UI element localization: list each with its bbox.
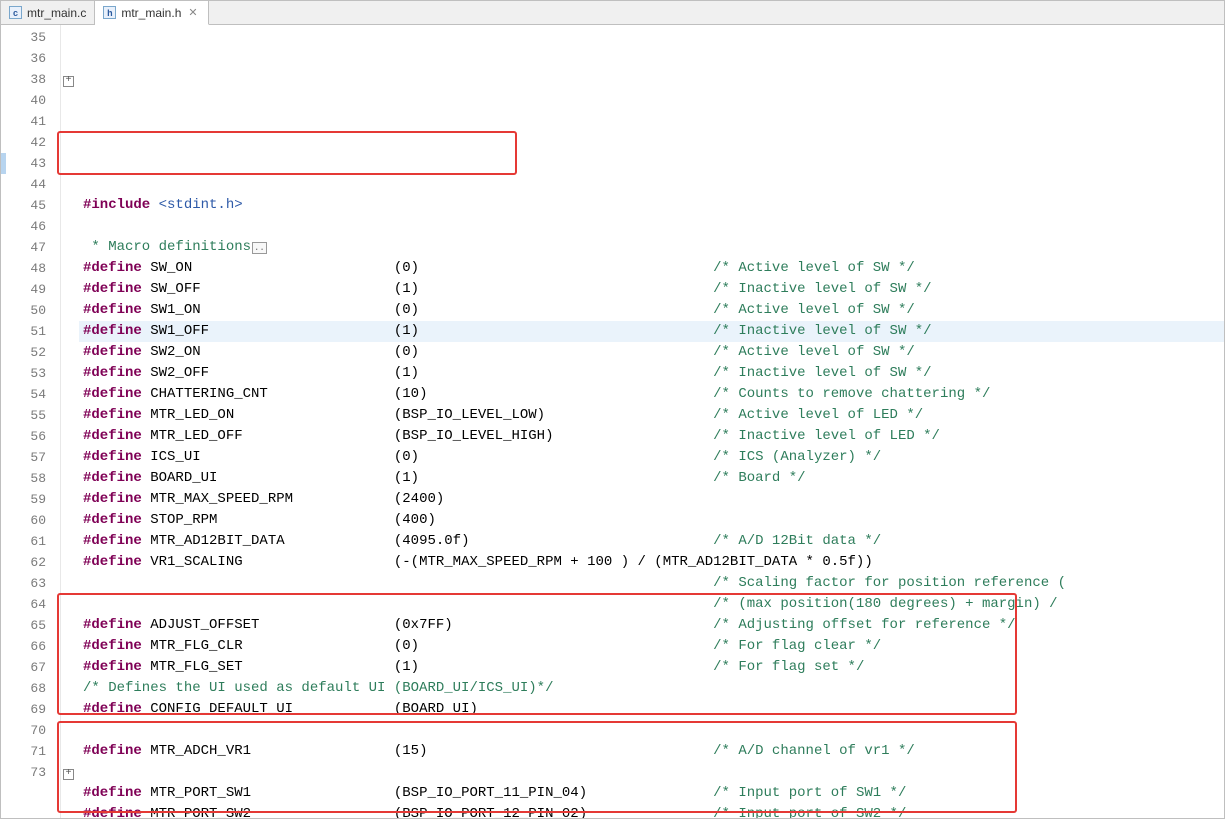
tab-bar: c mtr_main.c h mtr_main.h ✕: [1, 1, 1224, 25]
editor-body: 3536384041424344454647484950515253545556…: [1, 25, 1224, 818]
code-line[interactable]: /* (max position(180 degrees) + margin) …: [79, 594, 1224, 615]
code-line[interactable]: #define SW2_ON (0) /* Active level of SW…: [79, 342, 1224, 363]
code-line[interactable]: #define MTR_ADCH_VR1 (15) /* A/D channel…: [79, 741, 1224, 762]
code-line[interactable]: #define MTR_FLG_CLR (0) /* For flag clea…: [79, 636, 1224, 657]
code-line[interactable]: #define SW1_OFF (1) /* Inactive level of…: [79, 321, 1224, 342]
code-line[interactable]: #define SW1_ON (0) /* Active level of SW…: [79, 300, 1224, 321]
code-line[interactable]: #define MTR_LED_OFF (BSP_IO_LEVEL_HIGH) …: [79, 426, 1224, 447]
code-line[interactable]: [79, 216, 1224, 237]
c-file-icon: c: [9, 6, 22, 19]
code-line[interactable]: #define BOARD_UI (1) /* Board */: [79, 468, 1224, 489]
code-line[interactable]: [79, 720, 1224, 741]
code-line[interactable]: #define SW_OFF (1) /* Inactive level of …: [79, 279, 1224, 300]
tab-mtr-main-h[interactable]: h mtr_main.h ✕: [95, 1, 208, 25]
close-icon[interactable]: ✕: [186, 6, 199, 19]
code-line[interactable]: #define MTR_PORT_SW1 (BSP_IO_PORT_11_PIN…: [79, 783, 1224, 804]
line-number-gutter: 3536384041424344454647484950515253545556…: [1, 25, 61, 818]
code-line[interactable]: #define CONFIG_DEFAULT_UI (BOARD_UI): [79, 699, 1224, 720]
editor-window: c mtr_main.c h mtr_main.h ✕ 353638404142…: [0, 0, 1225, 819]
code-line[interactable]: #define VR1_SCALING (-(MTR_MAX_SPEED_RPM…: [79, 552, 1224, 573]
code-line[interactable]: [79, 762, 1224, 783]
code-line[interactable]: * Macro definitions..: [79, 237, 1224, 258]
highlight-box-1: [57, 131, 517, 175]
fold-expand-icon[interactable]: +: [63, 769, 74, 780]
tab-label: mtr_main.h: [121, 6, 181, 20]
code-line[interactable]: #define SW2_OFF (1) /* Inactive level of…: [79, 363, 1224, 384]
code-area[interactable]: #include <stdint.h> * Macro definitions.…: [79, 25, 1224, 818]
fold-strip: ++: [61, 25, 79, 818]
code-line[interactable]: #define ADJUST_OFFSET (0x7FF) /* Adjusti…: [79, 615, 1224, 636]
code-line[interactable]: #define MTR_PORT_SW2 (BSP_IO_PORT_12_PIN…: [79, 804, 1224, 818]
code-line[interactable]: #define MTR_MAX_SPEED_RPM (2400): [79, 489, 1224, 510]
code-line[interactable]: #define MTR_FLG_SET (1) /* For flag set …: [79, 657, 1224, 678]
tab-mtr-main-c[interactable]: c mtr_main.c: [1, 1, 95, 24]
code-line[interactable]: #include <stdint.h>: [79, 195, 1224, 216]
code-line[interactable]: /* Scaling factor for position reference…: [79, 573, 1224, 594]
code-line[interactable]: #define CHATTERING_CNT (10) /* Counts to…: [79, 384, 1224, 405]
h-file-icon: h: [103, 6, 116, 19]
code-line[interactable]: #define STOP_RPM (400): [79, 510, 1224, 531]
tab-label: mtr_main.c: [27, 6, 86, 20]
code-line[interactable]: /* Defines the UI used as default UI (BO…: [79, 678, 1224, 699]
fold-expand-icon[interactable]: +: [63, 76, 74, 87]
code-line[interactable]: #define ICS_UI (0) /* ICS (Analyzer) */: [79, 447, 1224, 468]
code-line[interactable]: #define SW_ON (0) /* Active level of SW …: [79, 258, 1224, 279]
code-line[interactable]: #define MTR_AD12BIT_DATA (4095.0f) /* A/…: [79, 531, 1224, 552]
code-line[interactable]: #define MTR_LED_ON (BSP_IO_LEVEL_LOW) /*…: [79, 405, 1224, 426]
